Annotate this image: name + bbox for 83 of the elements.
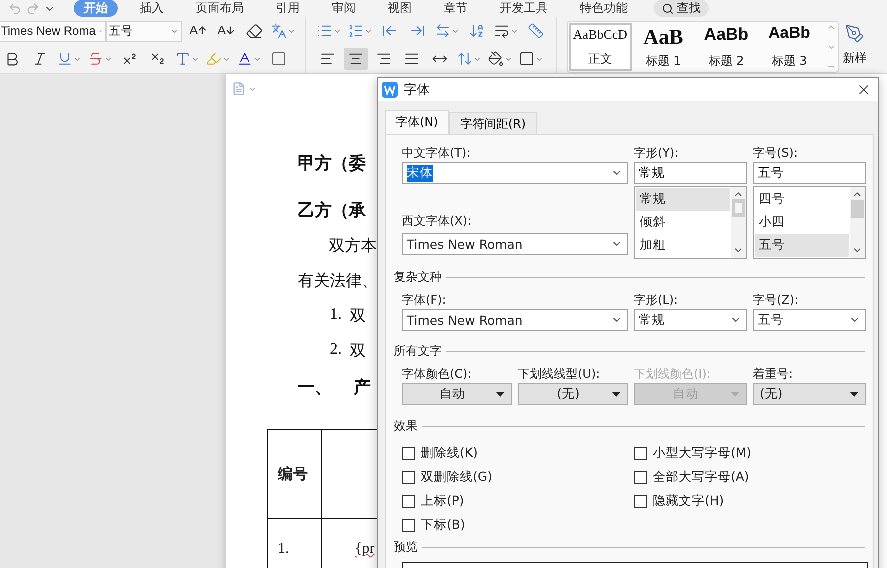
scrollbar[interactable]	[731, 187, 746, 258]
font-style-field[interactable]: 常规	[634, 162, 747, 184]
list-box[interactable]: 四号 小四 五号	[753, 186, 866, 259]
style-item[interactable]: AaBb 标题 3	[758, 23, 821, 71]
paragraph-text: 双	[350, 342, 366, 362]
dropdown-field[interactable]: Times New Roman	[402, 309, 628, 331]
list-box[interactable]: 常规 倾斜 加粗	[634, 186, 747, 259]
font-size-field[interactable]: 五号	[106, 20, 182, 42]
scroll-thumb[interactable]	[851, 200, 864, 218]
list-number: 2.	[330, 341, 342, 360]
field-label: 下划线颜色(I):	[634, 366, 712, 383]
style-item[interactable]: AaBbCcD 正文	[569, 23, 632, 71]
dropdown-button[interactable]: (无)	[518, 383, 628, 405]
checkbox[interactable]: 删除线(K)	[402, 441, 634, 465]
dialog-title: 字体	[404, 82, 430, 98]
checkbox[interactable]: 双删除线(G)	[402, 465, 634, 489]
section-title: 效果	[394, 418, 418, 435]
section-title: 复杂文种	[394, 269, 442, 286]
field-label: 字形(Y):	[634, 145, 680, 162]
checkbox[interactable]: 全部大写字母(A)	[634, 465, 854, 489]
chinese-font-combo[interactable]: 宋体	[402, 162, 628, 184]
new-style-button[interactable]: 新样	[843, 50, 867, 66]
dropdown-field[interactable]: 五号	[753, 309, 866, 331]
dropdown-arrow-icon	[850, 392, 859, 396]
dropdown-arrow-icon	[496, 392, 505, 396]
align-center-icon[interactable]	[344, 48, 368, 70]
paragraph-text: 甲方（委	[298, 153, 366, 175]
field-label: 字形(L):	[634, 292, 680, 309]
list-item[interactable]: 倾斜	[636, 211, 730, 234]
list-number: 1.	[330, 306, 342, 325]
field-label: 字体颜色(C):	[402, 366, 473, 383]
paragraph-text: 有关法律、	[298, 272, 378, 292]
ribbon-tab[interactable]: 审阅	[322, 0, 366, 17]
dialog-tab[interactable]: 字符间距(R)	[449, 112, 538, 134]
field-label: 中文字体(T):	[402, 145, 472, 162]
table-cell: 编号	[268, 430, 322, 518]
section-title: 预览	[394, 539, 418, 556]
ribbon-tab[interactable]: 章节	[434, 0, 478, 17]
paragraph-text: 双	[350, 307, 366, 327]
ribbon-tab[interactable]: 插入	[130, 0, 174, 17]
list-item[interactable]: 常规	[636, 188, 730, 211]
font-name-field[interactable]: Times New Roma	[0, 20, 106, 42]
paragraph-text: 双方本	[329, 236, 377, 257]
scroll-thumb[interactable]	[732, 199, 745, 217]
list-item[interactable]: 四号	[755, 188, 849, 211]
paragraph-text: 产	[354, 377, 371, 399]
checkbox[interactable]: 小型大写字母(M)	[634, 441, 854, 465]
ribbon-tab[interactable]: 视图	[378, 0, 422, 17]
ribbon-tab[interactable]: 引用	[266, 0, 310, 17]
field-label: 字号(S):	[753, 145, 800, 162]
checkbox[interactable]: 上标(P)	[402, 489, 634, 513]
field-label: 字体(F):	[402, 292, 448, 309]
ribbon-tab[interactable]: 开发工具	[490, 0, 558, 17]
search-button[interactable]: 查找	[654, 0, 709, 17]
table-cell: 1.	[268, 518, 322, 568]
field-label: 字号(Z):	[753, 292, 800, 309]
font-size-field[interactable]: 五号	[753, 162, 866, 184]
dropdown-button[interactable]: 自动	[402, 383, 512, 405]
checkbox[interactable]: 隐藏文字(H)	[634, 489, 854, 513]
dropdown-arrow-icon	[731, 392, 740, 396]
dropdown-field[interactable]: 常规	[634, 309, 747, 331]
list-item[interactable]: 加粗	[636, 234, 730, 257]
style-item[interactable]: AaB 标题 1	[632, 23, 695, 71]
field-label: 下划线线型(U):	[518, 366, 602, 383]
list-number: 一、	[298, 377, 332, 399]
field-label: 西文字体(X):	[402, 213, 473, 230]
paragraph-text: 乙方（承	[298, 200, 366, 222]
field-label: 着重号:	[753, 366, 794, 383]
dropdown-button[interactable]: (无)	[753, 383, 866, 405]
checkbox[interactable]: 下标(B)	[402, 513, 634, 537]
style-item[interactable]: AaBb 标题 2	[695, 23, 758, 71]
ribbon-tab[interactable]: 特色功能	[570, 0, 638, 17]
dialog-tab[interactable]: 字体(N)	[385, 110, 450, 134]
search-icon	[662, 2, 674, 14]
list-item[interactable]: 小四	[755, 211, 849, 234]
dropdown-arrow-icon	[612, 392, 621, 396]
pen-icon[interactable]	[845, 24, 865, 44]
scrollbar[interactable]	[850, 187, 865, 258]
app-logo-icon	[382, 82, 398, 98]
list-item[interactable]: 五号	[755, 234, 849, 257]
section-title: 所有文字	[394, 343, 442, 360]
western-font-combo[interactable]: Times New Roman	[402, 233, 628, 255]
ribbon-tab[interactable]: 页面布局	[186, 0, 254, 17]
